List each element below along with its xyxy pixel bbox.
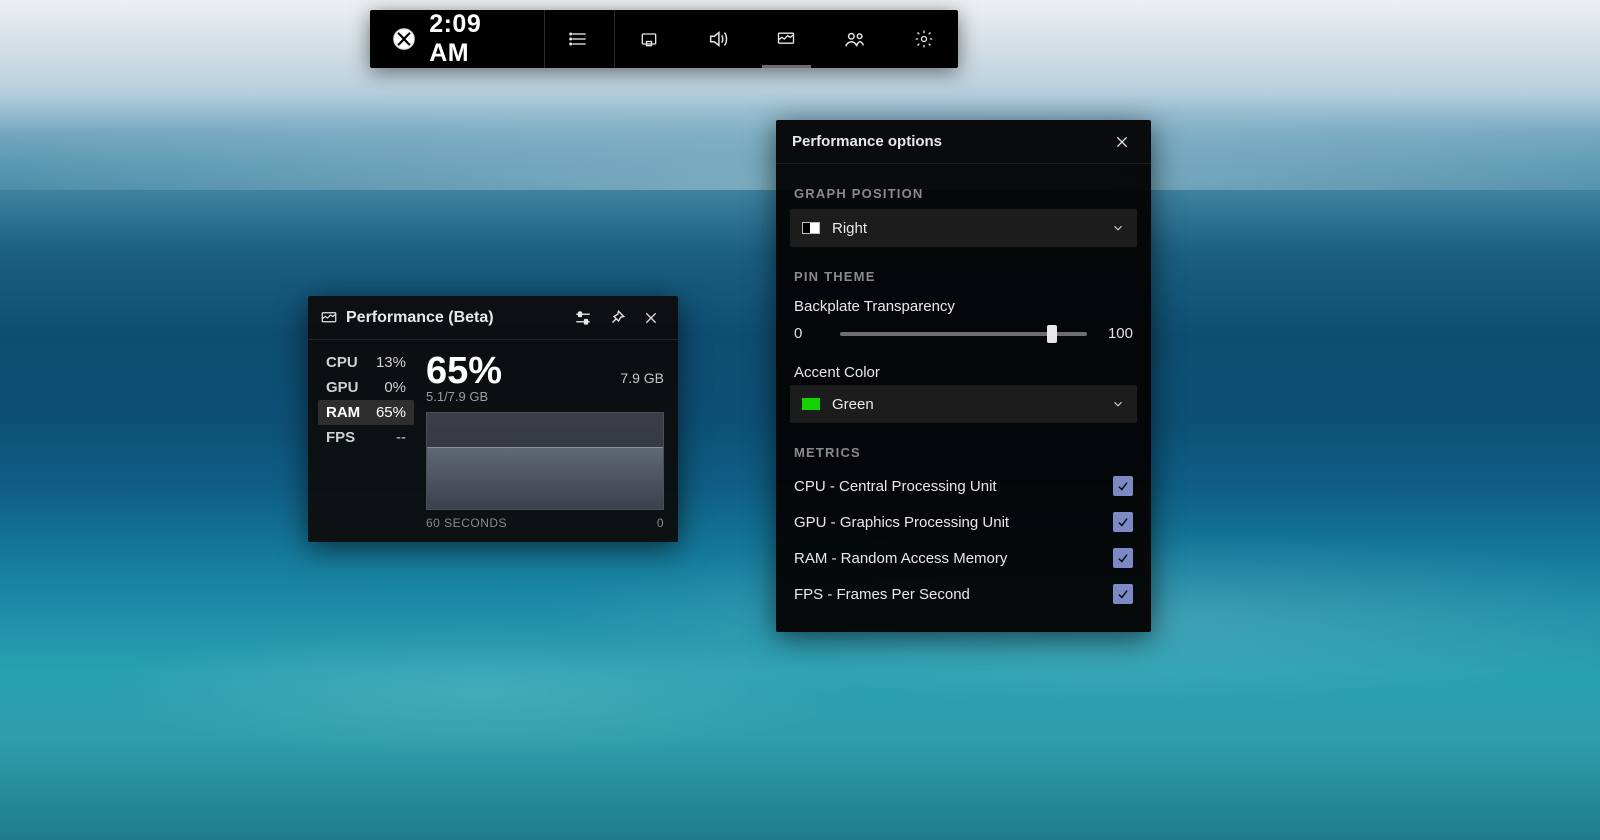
check-icon (1116, 551, 1130, 565)
usage-chart-fill (427, 447, 663, 509)
pin-button[interactable] (600, 301, 634, 335)
close-button[interactable] (634, 301, 668, 335)
axis-right: 0 (657, 516, 664, 530)
options-panel: Performance options GRAPH POSITION Right… (776, 120, 1151, 632)
metric-row-cpu[interactable]: CPU 13% (318, 350, 414, 375)
metric-toggle-label: FPS - Frames Per Second (794, 586, 1113, 603)
axis-left: 60 SECONDS (426, 516, 507, 530)
checkbox-cpu[interactable] (1113, 476, 1133, 496)
transparency-slider[interactable] (840, 332, 1087, 336)
options-header: Performance options (776, 120, 1151, 164)
widget-menu-icon (569, 29, 589, 49)
graph-pane: 65% 7.9 GB 5.1/7.9 GB 60 SECONDS 0 (426, 350, 664, 532)
audio-icon (707, 28, 729, 50)
metric-toggle-label: CPU - Central Processing Unit (794, 478, 1113, 495)
metric-row-ram[interactable]: RAM 65% (318, 400, 414, 425)
clock: 2:09 AM (425, 10, 544, 68)
game-bar: 2:09 AM (370, 10, 958, 68)
widget-menu-button[interactable] (545, 10, 614, 68)
performance-titlebar[interactable]: Performance (Beta) (308, 296, 678, 340)
social-button[interactable] (821, 10, 890, 68)
check-icon (1116, 479, 1130, 493)
performance-button[interactable] (752, 10, 821, 68)
checkbox-fps[interactable] (1113, 584, 1133, 604)
performance-widget-icon (320, 309, 338, 327)
backplate-transparency-label: Backplate Transparency (776, 292, 1151, 319)
metric-label: RAM (326, 404, 360, 421)
metric-value: 13% (376, 354, 406, 371)
metric-toggle-fps: FPS - Frames Per Second (776, 576, 1151, 612)
metric-label: FPS (326, 429, 355, 446)
metric-list: CPU 13% GPU 0% RAM 65% FPS -- (318, 350, 414, 532)
checkbox-ram[interactable] (1113, 548, 1133, 568)
metric-value: 0% (384, 379, 406, 396)
metric-row-gpu[interactable]: GPU 0% (318, 375, 414, 400)
options-close-button[interactable] (1105, 125, 1139, 159)
capture-button[interactable] (614, 10, 683, 68)
metric-toggle-label: RAM - Random Access Memory (794, 550, 1113, 567)
widget-options-button[interactable] (566, 301, 600, 335)
performance-title: Performance (Beta) (346, 309, 566, 327)
accent-color-dropdown[interactable]: Green (790, 385, 1137, 423)
performance-icon (776, 29, 796, 49)
metric-toggle-gpu: GPU - Graphics Processing Unit (776, 504, 1151, 540)
section-graph-position-label: GRAPH POSITION (776, 164, 1151, 209)
options-title: Performance options (792, 133, 942, 150)
xbox-icon[interactable] (382, 27, 425, 51)
section-metrics-label: METRICS (776, 423, 1151, 468)
social-icon (844, 28, 866, 50)
graph-position-value: Right (832, 220, 1111, 237)
capture-icon (639, 29, 659, 49)
usage-chart (426, 412, 664, 510)
sliders-icon (574, 309, 592, 327)
pin-icon (608, 309, 626, 327)
check-icon (1116, 515, 1130, 529)
slider-max: 100 (1101, 325, 1133, 342)
metric-value: 65% (376, 404, 406, 421)
chevron-down-icon (1111, 221, 1125, 235)
metric-toggle-label: GPU - Graphics Processing Unit (794, 514, 1113, 531)
check-icon (1116, 587, 1130, 601)
checkbox-gpu[interactable] (1113, 512, 1133, 532)
performance-widget: Performance (Beta) CPU 13% GPU (308, 296, 678, 542)
metric-label: GPU (326, 379, 359, 396)
slider-thumb[interactable] (1047, 325, 1057, 343)
metric-toggle-ram: RAM - Random Access Memory (776, 540, 1151, 576)
selected-capacity: 7.9 GB (620, 370, 664, 386)
graph-position-dropdown[interactable]: Right (790, 209, 1137, 247)
close-icon (643, 310, 659, 326)
selected-sub-value: 5.1/7.9 GB (426, 389, 664, 404)
settings-icon (914, 29, 934, 49)
metric-label: CPU (326, 354, 358, 371)
selected-big-value: 65% (426, 350, 502, 393)
metric-value: -- (396, 429, 406, 446)
section-pin-theme-label: PIN THEME (776, 247, 1151, 292)
accent-swatch-icon (802, 398, 820, 410)
slider-min: 0 (794, 325, 826, 342)
close-icon (1114, 134, 1130, 150)
settings-button[interactable] (889, 10, 958, 68)
metric-row-fps[interactable]: FPS -- (318, 425, 414, 450)
metric-toggle-cpu: CPU - Central Processing Unit (776, 468, 1151, 504)
accent-color-label: Accent Color (776, 346, 1151, 385)
chevron-down-icon (1111, 397, 1125, 411)
accent-color-value: Green (832, 396, 1111, 413)
position-swatch-icon (802, 222, 820, 234)
audio-button[interactable] (683, 10, 752, 68)
